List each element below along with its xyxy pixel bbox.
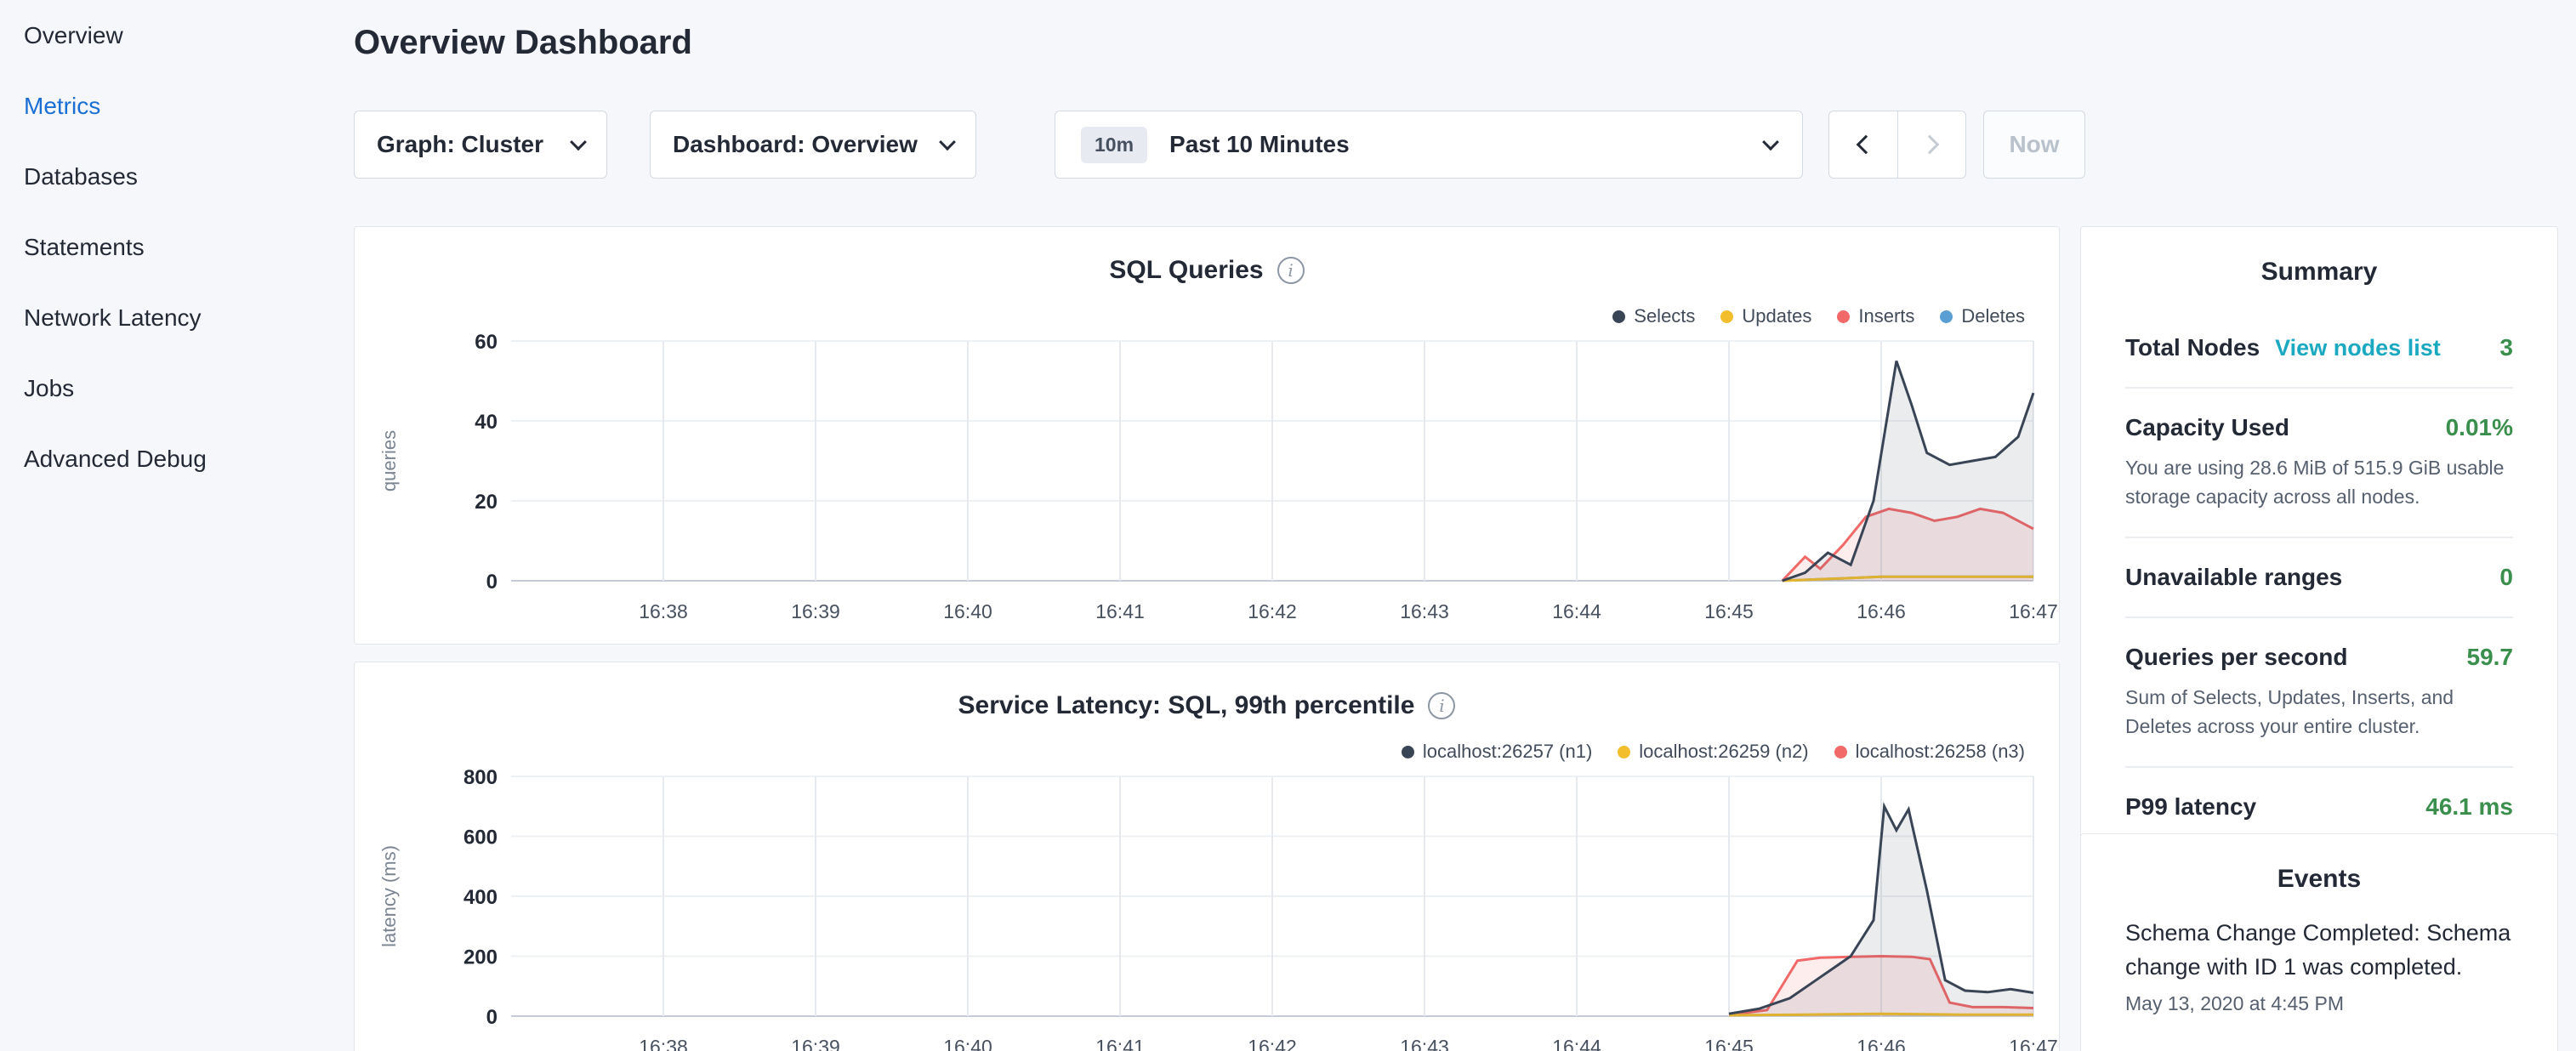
y-tick-label: 60 bbox=[475, 331, 498, 354]
summary-row-unavailable-ranges: Unavailable ranges 0 bbox=[2125, 537, 2513, 616]
sidebar-item-jobs[interactable]: Jobs bbox=[0, 353, 354, 423]
capacity-used-description: You are using 28.6 MiB of 515.9 GiB usab… bbox=[2125, 453, 2513, 511]
y-tick-label: 200 bbox=[463, 946, 498, 969]
capacity-used-value: 0.01% bbox=[2446, 414, 2513, 441]
service-latency-chart-panel: Service Latency: SQL, 99th percentile lo… bbox=[354, 662, 2060, 1051]
y-tick-label: 40 bbox=[475, 411, 498, 434]
events-title: Events bbox=[2125, 834, 2513, 916]
sidebar-item-overview[interactable]: Overview bbox=[0, 0, 354, 71]
sql-queries-chart-panel: SQL Queries SelectsUpdatesInsertsDeletes… bbox=[354, 226, 2060, 645]
summary-row-total-nodes: Total Nodes View nodes list 3 bbox=[2125, 309, 2513, 387]
sql-queries-chart: 0 20 40 60 16:38 16:39 16:40 16:41 16:42 16:43 16:… bbox=[355, 227, 2061, 645]
total-nodes-value: 3 bbox=[2499, 334, 2513, 361]
x-tick-label: 16:44 bbox=[1552, 1036, 1601, 1051]
sidebar-item-statements[interactable]: Statements bbox=[0, 212, 354, 282]
time-step-back-button[interactable] bbox=[1829, 111, 1897, 178]
summary-row-capacity: Capacity Used 0.01% You are using 28.6 M… bbox=[2125, 387, 2513, 537]
chevron-right-icon bbox=[1919, 135, 1939, 155]
y-tick-label: 800 bbox=[463, 766, 498, 789]
queries-per-second-value: 59.7 bbox=[2467, 644, 2514, 671]
y-tick-label: 400 bbox=[463, 886, 498, 909]
time-range-badge: 10m bbox=[1081, 127, 1147, 163]
graph-scope-dropdown[interactable]: Graph: Cluster bbox=[354, 111, 607, 179]
total-nodes-label: Total Nodes bbox=[2125, 334, 2260, 361]
queries-per-second-description: Sum of Selects, Updates, Inserts, and De… bbox=[2125, 683, 2513, 741]
sidebar-item-advanced-debug[interactable]: Advanced Debug bbox=[0, 423, 354, 494]
event-text: Schema Change Completed: Schema change w… bbox=[2125, 916, 2513, 984]
sidebar-item-metrics[interactable]: Metrics bbox=[0, 71, 354, 141]
x-tick-label: 16:40 bbox=[943, 1036, 992, 1051]
page-title: Overview Dashboard bbox=[354, 24, 692, 62]
chevron-left-icon bbox=[1857, 135, 1876, 155]
sidebar-item-databases[interactable]: Databases bbox=[0, 141, 354, 212]
x-tick-label: 16:38 bbox=[639, 1036, 688, 1051]
app-root: Overview Metrics Databases Statements Ne… bbox=[0, 0, 2576, 1051]
y-tick-label: 20 bbox=[475, 491, 498, 514]
x-tick-label: 16:40 bbox=[943, 600, 992, 622]
service-latency-chart: 0 200 400 600 800 16:38 16:39 16:40 16:41 16:42 16… bbox=[355, 662, 2061, 1051]
chevron-down-icon bbox=[570, 134, 587, 151]
x-tick-label: 16:39 bbox=[791, 1036, 840, 1051]
y-tick-label: 0 bbox=[486, 571, 498, 594]
queries-per-second-label: Queries per second bbox=[2125, 644, 2347, 671]
x-tick-label: 16:41 bbox=[1095, 600, 1145, 622]
x-tick-label: 16:46 bbox=[1857, 1036, 1906, 1051]
now-button[interactable]: Now bbox=[1983, 111, 2085, 179]
summary-panel: Summary Total Nodes View nodes list 3 Ca… bbox=[2080, 226, 2558, 869]
x-tick-label: 16:43 bbox=[1400, 1036, 1449, 1051]
event-timestamp: May 13, 2020 at 4:45 PM bbox=[2125, 992, 2513, 1015]
x-tick-label: 16:45 bbox=[1704, 1036, 1754, 1051]
x-tick-label: 16:47 bbox=[2009, 600, 2058, 622]
event-item: Schema Change Completed: Schema change w… bbox=[2125, 916, 2513, 1015]
x-tick-label: 16:38 bbox=[639, 600, 688, 622]
sidebar-item-network-latency[interactable]: Network Latency bbox=[0, 282, 354, 353]
y-axis-title: latency (ms) bbox=[378, 845, 400, 947]
summary-row-qps: Queries per second 59.7 Sum of Selects, … bbox=[2125, 616, 2513, 766]
capacity-used-label: Capacity Used bbox=[2125, 414, 2289, 441]
x-tick-label: 16:39 bbox=[791, 600, 840, 622]
x-tick-label: 16:43 bbox=[1400, 600, 1449, 622]
y-axis-title: queries bbox=[378, 430, 400, 491]
p99-latency-value: 46.1 ms bbox=[2425, 793, 2513, 821]
time-range-dropdown[interactable]: 10m Past 10 Minutes bbox=[1055, 111, 1803, 179]
time-step-forward-button[interactable] bbox=[1897, 111, 1965, 178]
y-tick-label: 600 bbox=[463, 827, 498, 849]
p99-latency-label: P99 latency bbox=[2125, 793, 2256, 821]
sidebar: Overview Metrics Databases Statements Ne… bbox=[0, 0, 354, 1051]
time-range-label: Past 10 Minutes bbox=[1169, 131, 1350, 158]
view-nodes-list-link[interactable]: View nodes list bbox=[2275, 335, 2441, 361]
events-panel: Events Schema Change Completed: Schema c… bbox=[2080, 833, 2558, 1051]
time-step-controls bbox=[1828, 111, 1966, 179]
graph-scope-label: Graph: Cluster bbox=[377, 131, 543, 158]
dashboard-dropdown[interactable]: Dashboard: Overview bbox=[650, 111, 976, 179]
summary-title: Summary bbox=[2125, 227, 2513, 309]
x-tick-label: 16:42 bbox=[1248, 1036, 1297, 1051]
x-tick-label: 16:46 bbox=[1857, 600, 1906, 622]
unavailable-ranges-value: 0 bbox=[2499, 564, 2513, 591]
x-tick-label: 16:44 bbox=[1552, 600, 1601, 622]
x-tick-label: 16:42 bbox=[1248, 600, 1297, 622]
chevron-down-icon bbox=[1762, 134, 1779, 151]
unavailable-ranges-label: Unavailable ranges bbox=[2125, 564, 2342, 591]
x-tick-label: 16:45 bbox=[1704, 600, 1754, 622]
dashboard-label: Dashboard: Overview bbox=[673, 131, 918, 158]
y-tick-label: 0 bbox=[486, 1006, 498, 1029]
chevron-down-icon bbox=[939, 134, 956, 151]
x-tick-label: 16:41 bbox=[1095, 1036, 1145, 1051]
x-tick-label: 16:47 bbox=[2009, 1036, 2058, 1051]
